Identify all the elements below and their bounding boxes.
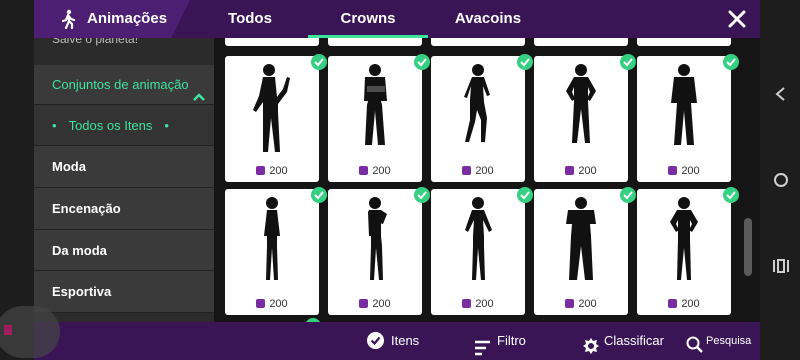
animations-shop: Animações Todos Crowns Avacoins Salve o … xyxy=(34,0,760,360)
sidebar-sub-label: Todos os Itens xyxy=(68,118,153,133)
home-icon[interactable] xyxy=(773,172,789,193)
filter-button[interactable]: Filtro xyxy=(474,322,554,360)
sidebar-item-partial[interactable]: Salve o planeta! xyxy=(34,38,214,52)
sidebar-item-encenacao[interactable]: Encenação xyxy=(34,188,214,230)
crown-coin-icon xyxy=(256,299,266,308)
check-circle-icon xyxy=(367,332,384,349)
sort-badge-icon xyxy=(582,332,600,360)
card-partial xyxy=(534,38,628,46)
hands-on-hips-pose-icon xyxy=(566,64,596,143)
sort-label: Classificar xyxy=(604,333,664,348)
filter-label: Filtro xyxy=(497,333,526,348)
walking-person-icon xyxy=(60,9,78,34)
crown-coin-icon xyxy=(462,299,472,308)
animation-card[interactable]: 200 xyxy=(431,56,525,182)
price-label: 200 xyxy=(225,298,319,310)
hands-on-hips-shorts-pose-icon xyxy=(670,197,698,280)
owned-check-icon xyxy=(414,54,430,70)
owned-check-icon xyxy=(517,54,533,70)
sidebar-section-animation-sets[interactable]: Conjuntos de animação xyxy=(34,65,214,105)
price-label: 200 xyxy=(637,298,731,310)
card-partial xyxy=(328,38,422,46)
recents-icon[interactable] xyxy=(772,259,790,278)
bullet-icon: • xyxy=(164,118,169,133)
owned-check-icon xyxy=(620,187,636,203)
owned-check-icon xyxy=(311,54,327,70)
sidebar-sub-all-items[interactable]: • Todos os Itens • xyxy=(34,105,214,146)
waving-pose-icon xyxy=(253,64,290,152)
category-sidebar: Salve o planeta! Conjuntos de animação •… xyxy=(34,38,214,322)
animation-card[interactable]: 200 xyxy=(328,189,422,315)
top-bar: Animações Todos Crowns Avacoins xyxy=(34,0,760,38)
owned-check-icon xyxy=(311,187,327,203)
baggy-arms-crossed-pose-icon xyxy=(364,64,387,145)
owned-check-icon xyxy=(723,54,739,70)
page-title: Animações xyxy=(87,10,168,27)
tab-todos[interactable]: Todos xyxy=(200,0,300,38)
price-label: 200 xyxy=(225,165,319,177)
arms-crossed-pose-icon xyxy=(671,64,697,145)
sidebar-item-da-moda[interactable]: Da moda xyxy=(34,230,214,271)
item-grid: 200 200 200 200 200 200 200 200 200 200 xyxy=(214,38,760,322)
animation-card[interactable]: 200 xyxy=(225,189,319,315)
crown-coin-icon xyxy=(359,166,369,175)
sort-button[interactable]: Classificar xyxy=(582,322,682,360)
animation-card[interactable]: 200 xyxy=(431,189,525,315)
animation-card[interactable]: 200 xyxy=(637,189,731,315)
hand-to-head-pose-icon xyxy=(368,197,387,280)
animation-card[interactable]: 200 xyxy=(328,56,422,182)
price-label: 200 xyxy=(534,165,628,177)
crown-coin-icon xyxy=(668,299,678,308)
arms-out-pose-icon xyxy=(465,197,492,280)
sidebar-section-label: Conjuntos de animação xyxy=(52,77,189,92)
crown-coin-icon xyxy=(668,166,678,175)
animation-card[interactable]: 200 xyxy=(534,56,628,182)
search-icon xyxy=(686,332,703,360)
bottom-toolbar: Itens Filtro Classificar Pesquisa xyxy=(34,322,760,360)
price-label: 200 xyxy=(328,298,422,310)
price-label: 200 xyxy=(637,165,731,177)
crown-coin-icon xyxy=(565,299,575,308)
floating-indicator xyxy=(4,325,12,335)
animation-card[interactable]: 200 xyxy=(637,56,731,182)
price-label: 200 xyxy=(431,165,525,177)
dance-pose-icon xyxy=(464,64,490,142)
price-label: 200 xyxy=(328,165,422,177)
card-partial xyxy=(431,38,525,46)
title-tab: Animações xyxy=(34,0,190,38)
crown-coin-icon xyxy=(256,166,266,175)
owned-check-icon xyxy=(414,187,430,203)
crown-coin-icon xyxy=(359,299,369,308)
card-partial xyxy=(225,38,319,46)
system-navigation-bar xyxy=(760,0,800,360)
owned-check-icon xyxy=(723,187,739,203)
items-label: Itens xyxy=(391,333,420,348)
back-icon[interactable] xyxy=(774,86,786,107)
card-partial xyxy=(637,38,731,46)
arms-crossed-wide-pose-icon xyxy=(566,197,596,280)
price-label: 200 xyxy=(534,298,628,310)
tab-avacoins[interactable]: Avacoins xyxy=(438,0,538,38)
search-label: Pesquisa xyxy=(706,335,752,347)
tab-crowns[interactable]: Crowns xyxy=(308,0,428,38)
close-icon[interactable] xyxy=(727,9,747,29)
sidebar-item-moda[interactable]: Moda xyxy=(34,146,214,188)
animation-card[interactable]: 200 xyxy=(534,189,628,315)
filter-icon xyxy=(474,333,491,360)
bullet-icon: • xyxy=(52,118,57,133)
standing-pose-icon xyxy=(264,197,280,280)
price-label: 200 xyxy=(431,298,525,310)
crown-coin-icon xyxy=(565,166,575,175)
search-button[interactable]: Pesquisa xyxy=(686,322,760,360)
grid-scrollbar[interactable] xyxy=(744,218,752,276)
items-button[interactable]: Itens xyxy=(367,322,447,360)
animation-card[interactable]: 200 xyxy=(225,56,319,182)
sidebar-item-esportiva[interactable]: Esportiva xyxy=(34,271,214,313)
owned-check-icon xyxy=(517,187,533,203)
owned-check-icon xyxy=(620,54,636,70)
crown-coin-icon xyxy=(462,166,472,175)
